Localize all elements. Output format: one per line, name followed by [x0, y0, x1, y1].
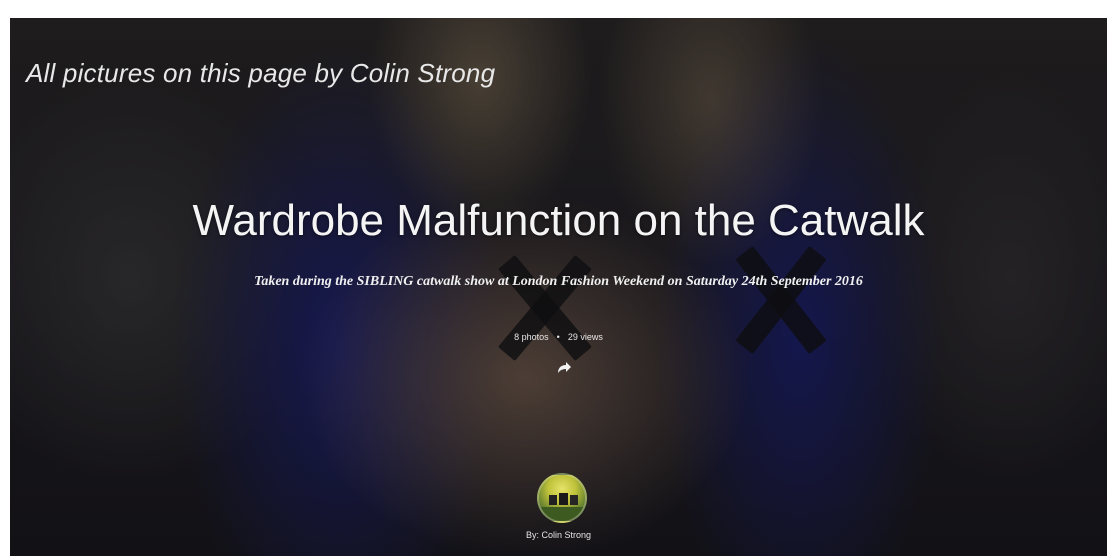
view-count: 29 views: [567, 332, 603, 342]
share-button[interactable]: [553, 356, 575, 378]
photo-credit: All pictures on this page by Colin Stron…: [26, 58, 496, 88]
album-stats: 8 photos • 29 views: [10, 332, 1107, 342]
owner-byline[interactable]: By: Colin Strong: [10, 530, 1107, 540]
avatar-image-detail: [539, 507, 585, 521]
album-title: Wardrobe Malfunction on the Catwalk: [192, 196, 925, 245]
photo-count: 8 photos: [514, 332, 549, 342]
album-description: Taken during the SIBLING catwalk show at…: [254, 274, 863, 289]
stats-separator: •: [556, 332, 560, 342]
share-arrow-icon: [558, 362, 571, 373]
avatar-image-detail: [559, 493, 568, 505]
avatar-image-detail: [570, 495, 578, 505]
page-frame: Wardrobe Malfunction on the Catwalk Take…: [0, 0, 1107, 556]
avatar-image-detail: [549, 495, 557, 505]
owner-avatar[interactable]: [537, 473, 587, 523]
album-hero: Wardrobe Malfunction on the Catwalk Take…: [10, 18, 1107, 556]
